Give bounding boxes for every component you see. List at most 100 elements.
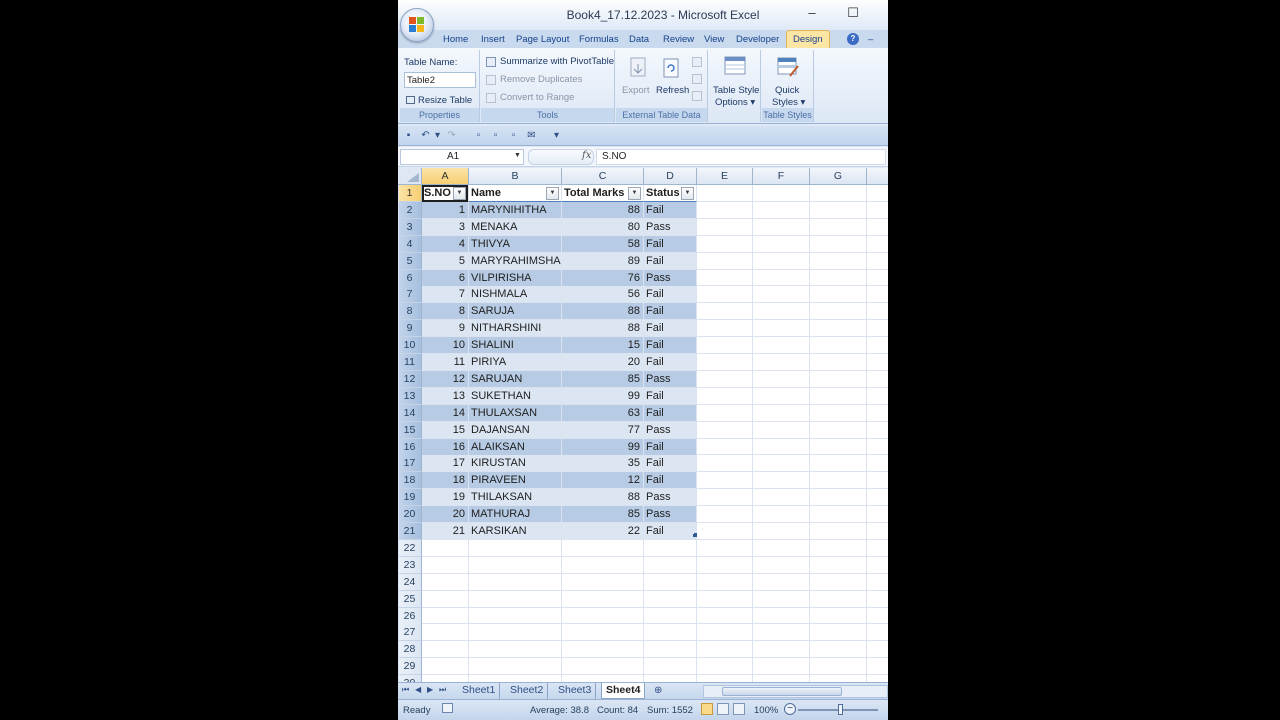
- table-cell[interactable]: 9: [422, 320, 469, 338]
- row-header[interactable]: 18: [398, 472, 422, 490]
- tab-formulas[interactable]: Formulas: [579, 32, 619, 48]
- table-cell[interactable]: Pass: [644, 218, 697, 236]
- table-cell[interactable]: 85: [562, 506, 644, 524]
- row-header[interactable]: 7: [398, 286, 422, 304]
- table-cell[interactable]: 12: [422, 370, 469, 388]
- table-cell[interactable]: 56: [562, 286, 644, 304]
- table-cell[interactable]: SUKETHAN: [469, 387, 562, 405]
- undo-dropdown-icon[interactable]: ▾: [432, 130, 443, 141]
- column-header-e[interactable]: E: [697, 168, 753, 185]
- insert-function-icon[interactable]: fx: [582, 150, 591, 161]
- table-cell[interactable]: SARUJA: [469, 303, 562, 321]
- column-header-d[interactable]: D: [644, 168, 697, 185]
- table-cell[interactable]: 4: [422, 235, 469, 253]
- table-cell[interactable]: Fail: [644, 235, 697, 253]
- worksheet-grid[interactable]: ABCDEFG 1 2 3 4 5 6 7 8 9 10 11 12 13 14 15 16 17 18 19 20 2…: [398, 168, 888, 682]
- filter-dropdown-icon[interactable]: ▼: [453, 187, 466, 200]
- page-layout-view-icon[interactable]: [717, 703, 729, 715]
- tab-developer[interactable]: Developer: [736, 32, 779, 48]
- sheet-tab-sheet1[interactable]: Sheet1: [458, 683, 501, 699]
- table-cell[interactable]: 10: [422, 337, 469, 355]
- sheet-tab-sheet4[interactable]: Sheet4: [601, 683, 646, 699]
- table-cell[interactable]: VILPIRISHA: [469, 269, 562, 287]
- row-header[interactable]: 5: [398, 252, 422, 270]
- table-cell[interactable]: MARYRAHIMSHA: [469, 252, 562, 270]
- row-header[interactable]: 20: [398, 506, 422, 524]
- table-cell[interactable]: 99: [562, 438, 644, 456]
- table-cell[interactable]: Fail: [644, 455, 697, 473]
- row-header[interactable]: 23: [398, 556, 422, 574]
- unlink-icon[interactable]: [692, 91, 702, 101]
- table-cell[interactable]: Fail: [644, 320, 697, 338]
- maximize-button[interactable]: ☐: [843, 4, 863, 22]
- table-cell[interactable]: Pass: [644, 421, 697, 439]
- table-cell[interactable]: SHALINI: [469, 337, 562, 355]
- row-header[interactable]: 22: [398, 539, 422, 557]
- row-header[interactable]: 21: [398, 523, 422, 540]
- table-cell[interactable]: 14: [422, 404, 469, 422]
- column-header-b[interactable]: B: [469, 168, 562, 185]
- table-cell[interactable]: ALAIKSAN: [469, 438, 562, 456]
- table-cell[interactable]: 16: [422, 438, 469, 456]
- row-header[interactable]: 25: [398, 590, 422, 608]
- tab-insert[interactable]: Insert: [481, 32, 505, 48]
- row-header[interactable]: 19: [398, 489, 422, 507]
- normal-view-icon[interactable]: [701, 703, 713, 715]
- table-cell[interactable]: 15: [422, 421, 469, 439]
- name-box-dropdown-icon[interactable]: ▼: [514, 152, 521, 159]
- table-cell[interactable]: KIRUSTAN: [469, 455, 562, 473]
- table-cell[interactable]: 5: [422, 252, 469, 270]
- table-cell[interactable]: MARYNIHITHA: [469, 201, 562, 219]
- table-cell[interactable]: 89: [562, 252, 644, 270]
- row-header[interactable]: 15: [398, 421, 422, 439]
- table-cell[interactable]: PIRIYA: [469, 354, 562, 371]
- row-header[interactable]: 4: [398, 235, 422, 253]
- table-resize-handle[interactable]: [693, 533, 697, 537]
- row-header[interactable]: 17: [398, 455, 422, 473]
- convert-to-range-button[interactable]: Convert to Range: [500, 92, 574, 103]
- table-cell[interactable]: Fail: [644, 354, 697, 371]
- tab-view[interactable]: View: [704, 32, 724, 48]
- office-button[interactable]: [400, 8, 434, 42]
- table-cell[interactable]: Fail: [644, 201, 697, 219]
- table-cell[interactable]: Fail: [644, 303, 697, 321]
- quick-styles-label[interactable]: Quick: [775, 85, 799, 96]
- table-cell[interactable]: Fail: [644, 438, 697, 456]
- table-cell[interactable]: NITHARSHINI: [469, 320, 562, 338]
- print-preview-icon[interactable]: ▫: [473, 130, 484, 141]
- resize-table-button[interactable]: Resize Table: [406, 95, 472, 106]
- sheet-tab-sheet2[interactable]: Sheet2: [506, 683, 549, 699]
- table-cell[interactable]: 35: [562, 455, 644, 473]
- macro-record-icon[interactable]: [442, 703, 453, 713]
- row-header[interactable]: 24: [398, 573, 422, 591]
- table-cell[interactable]: 88: [562, 489, 644, 507]
- row-header[interactable]: 12: [398, 370, 422, 388]
- prev-sheet-icon[interactable]: ◀: [415, 685, 421, 694]
- row-header[interactable]: 27: [398, 624, 422, 642]
- name-box[interactable]: A1: [400, 149, 524, 165]
- horizontal-scroll-thumb[interactable]: [722, 687, 842, 696]
- table-cell[interactable]: 8: [422, 303, 469, 321]
- filter-dropdown-icon[interactable]: ▼: [681, 187, 694, 200]
- table-cell[interactable]: PIRAVEEN: [469, 472, 562, 490]
- row-header[interactable]: 10: [398, 337, 422, 355]
- customize-qat-icon[interactable]: ▾: [551, 130, 562, 141]
- minimize-button[interactable]: –: [802, 4, 822, 22]
- table-cell[interactable]: MENAKA: [469, 218, 562, 236]
- row-header[interactable]: 14: [398, 404, 422, 422]
- table-cell[interactable]: MATHURAJ: [469, 506, 562, 524]
- row-header[interactable]: 28: [398, 641, 422, 659]
- table-cell[interactable]: 1: [422, 201, 469, 219]
- table-cell[interactable]: THILAKSAN: [469, 489, 562, 507]
- horizontal-scrollbar[interactable]: [703, 685, 888, 698]
- table-style-options-label[interactable]: Table Style: [713, 85, 759, 96]
- export-button[interactable]: Export: [622, 85, 649, 96]
- tab-data[interactable]: Data: [629, 32, 649, 48]
- table-cell[interactable]: 6: [422, 269, 469, 287]
- formula-input[interactable]: S.NO: [596, 149, 886, 165]
- row-header[interactable]: 3: [398, 218, 422, 236]
- table-cell[interactable]: Fail: [644, 337, 697, 355]
- table-cell[interactable]: SARUJAN: [469, 370, 562, 388]
- table-cell[interactable]: KARSIKAN: [469, 523, 562, 540]
- row-header[interactable]: 1: [398, 185, 422, 202]
